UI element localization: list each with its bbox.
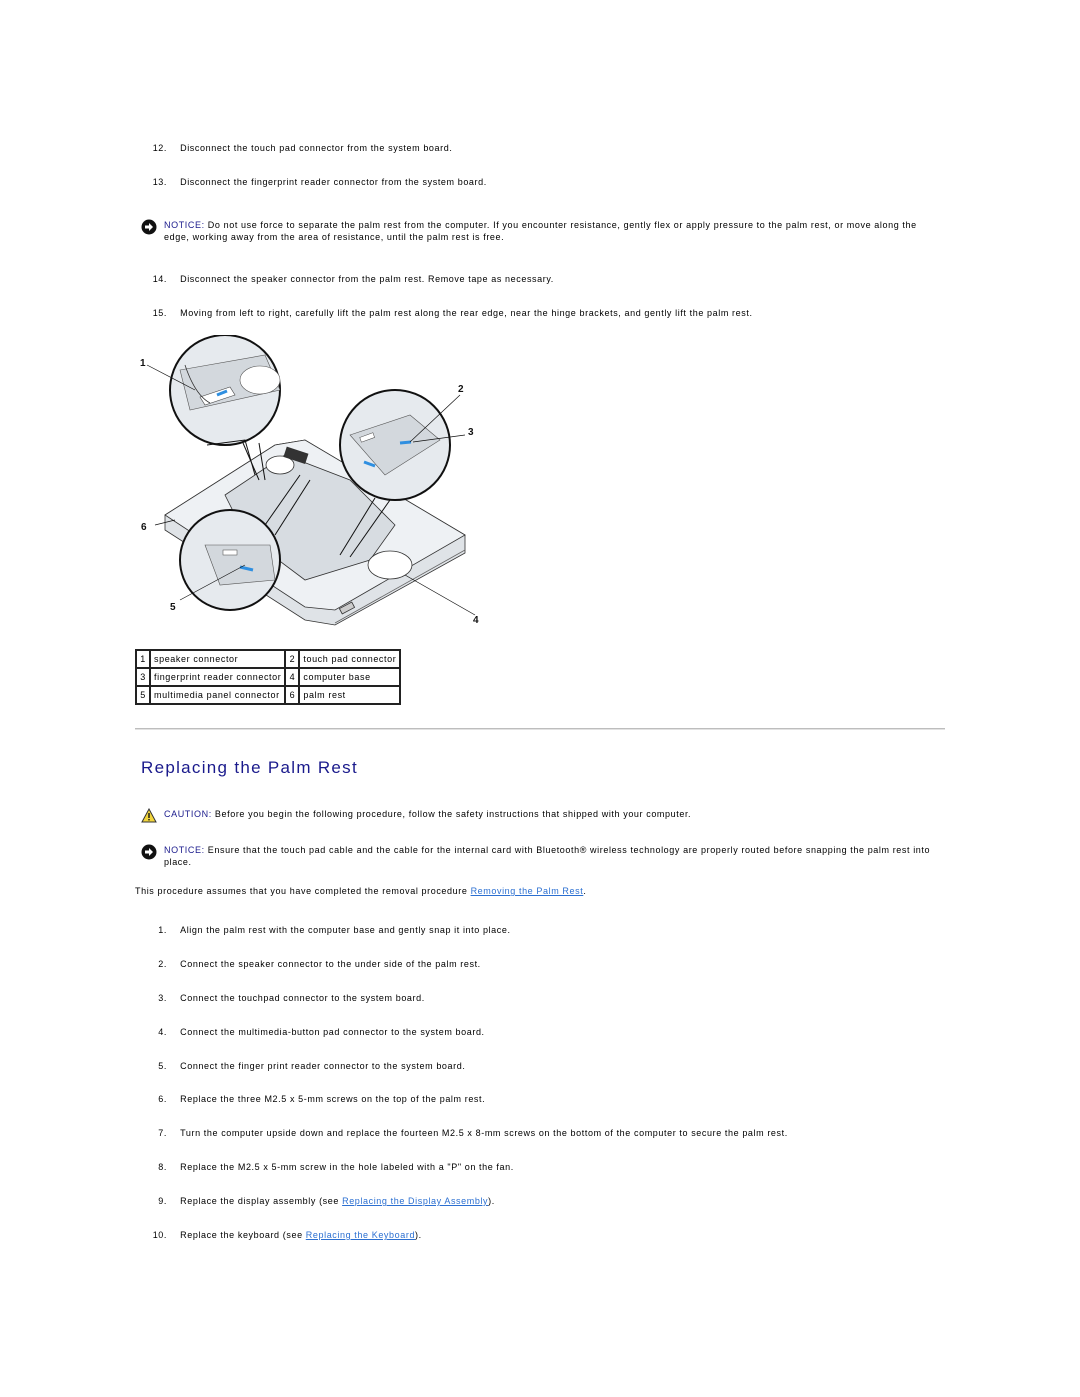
caution-text: CAUTION: Before you begin the following … <box>164 808 941 820</box>
replacing-display-assembly-link[interactable]: Replacing the Display Assembly <box>342 1196 488 1206</box>
notice-text: NOTICE: Ensure that the touch pad cable … <box>164 844 941 868</box>
notice-arrow-icon <box>141 844 157 860</box>
step-number: 7. <box>158 1128 167 1138</box>
legend-label: speaker connector <box>148 649 287 669</box>
legend-number: 5 <box>135 685 151 705</box>
removal-step-13: 13. Disconnect the fingerprint reader co… <box>141 177 487 187</box>
legend-label: touch pad connector <box>298 649 402 669</box>
legend-row: 3 fingerprint reader connector 4 compute… <box>135 667 402 687</box>
step-text: Connect the finger print reader connecto… <box>180 1061 466 1071</box>
caution-label: CAUTION: <box>164 809 212 819</box>
step-text: Disconnect the speaker connector from th… <box>180 274 554 284</box>
removing-palm-rest-link[interactable]: Removing the Palm Rest <box>471 886 584 896</box>
step-number: 4. <box>158 1027 167 1037</box>
intro-paragraph: This procedure assumes that you have com… <box>135 886 586 896</box>
step-number: 2. <box>158 959 167 969</box>
step-text: Disconnect the touch pad connector from … <box>180 143 453 153</box>
notice-text: NOTICE: Do not use force to separate the… <box>164 219 941 243</box>
replace-step-7: 7. Turn the computer upside down and rep… <box>141 1128 788 1138</box>
intro-suffix: . <box>583 886 587 896</box>
step-text: Turn the computer upside down and replac… <box>180 1128 788 1138</box>
notice-label: NOTICE: <box>164 220 205 230</box>
legend-row: 5 multimedia panel connector 6 palm rest <box>135 685 402 705</box>
legend-row: 1 speaker connector 2 touch pad connecto… <box>135 649 402 669</box>
section-heading: Replacing the Palm Rest <box>141 758 358 777</box>
notice-label: NOTICE: <box>164 845 205 855</box>
step-number: 10. <box>152 1230 167 1240</box>
notice-callout: NOTICE: Ensure that the touch pad cable … <box>141 844 941 868</box>
step-text-lead: Replace the display assembly (see <box>180 1196 343 1206</box>
legend-label: multimedia panel connector <box>148 685 287 705</box>
step-number: 5. <box>158 1061 167 1071</box>
callout-legend-table: 1 speaker connector 2 touch pad connecto… <box>135 649 402 705</box>
step-text: Replace the M2.5 x 5-mm screw in the hol… <box>180 1162 514 1172</box>
step-text-lead: Replace the keyboard (see <box>180 1230 306 1240</box>
caution-triangle-icon <box>141 807 157 824</box>
replacing-keyboard-link[interactable]: Replacing the Keyboard <box>306 1230 415 1240</box>
step-text: Replace the keyboard (see Replacing the … <box>180 1230 422 1240</box>
callout-3: 3 <box>468 427 474 438</box>
step-text: Connect the speaker connector to the und… <box>180 959 481 969</box>
step-number: 14. <box>152 274 167 284</box>
caution-body: Before you begin the following procedure… <box>211 809 692 819</box>
step-number: 1. <box>158 925 167 935</box>
step-text: Replace the three M2.5 x 5-mm screws on … <box>180 1094 486 1104</box>
section-divider <box>135 728 945 730</box>
caution-callout: CAUTION: Before you begin the following … <box>141 807 941 823</box>
replace-step-4: 4. Connect the multimedia-button pad con… <box>141 1027 485 1037</box>
callout-2: 2 <box>458 384 464 395</box>
legend-number: 4 <box>284 667 301 687</box>
notice-arrow-icon <box>141 219 157 235</box>
replace-step-3: 3. Connect the touchpad connector to the… <box>141 993 425 1003</box>
replace-step-6: 6. Replace the three M2.5 x 5-mm screws … <box>141 1094 485 1104</box>
step-text-suffix: ). <box>488 1196 495 1206</box>
step-number: 12. <box>152 143 167 153</box>
legend-label: palm rest <box>298 685 402 705</box>
legend-number: 6 <box>284 685 301 705</box>
replace-step-10: 10. Replace the keyboard (see Replacing … <box>141 1230 422 1240</box>
palm-rest-diagram: 1 2 3 4 5 6 <box>135 334 485 630</box>
removal-step-14: 14. Disconnect the speaker connector fro… <box>141 274 554 284</box>
legend-label: computer base <box>298 667 402 687</box>
step-number: 9. <box>158 1196 167 1206</box>
callout-5: 5 <box>170 602 176 613</box>
step-number: 8. <box>158 1162 167 1172</box>
callout-6: 6 <box>141 522 147 533</box>
step-text: Connect the multimedia-button pad connec… <box>180 1027 485 1037</box>
callout-4: 4 <box>473 615 479 626</box>
removal-step-15: 15. Moving from left to right, carefully… <box>141 308 753 318</box>
step-text: Align the palm rest with the computer ba… <box>180 925 511 935</box>
replace-step-8: 8. Replace the M2.5 x 5-mm screw in the … <box>141 1162 514 1172</box>
step-text: Connect the touchpad connector to the sy… <box>180 993 425 1003</box>
step-number: 3. <box>158 993 167 1003</box>
legend-number: 3 <box>135 667 151 687</box>
step-number: 15. <box>152 308 167 318</box>
replace-step-2: 2. Connect the speaker connector to the … <box>141 959 481 969</box>
step-text: Replace the display assembly (see Replac… <box>180 1196 495 1206</box>
replace-step-1: 1. Align the palm rest with the computer… <box>141 925 511 935</box>
replace-step-9: 9. Replace the display assembly (see Rep… <box>141 1196 495 1206</box>
step-number: 6. <box>158 1094 167 1104</box>
legend-number: 2 <box>284 649 301 669</box>
notice-body: Do not use force to separate the palm re… <box>164 220 917 242</box>
legend-label: fingerprint reader connector <box>148 667 287 687</box>
notice-callout: NOTICE: Do not use force to separate the… <box>141 219 941 243</box>
callout-1: 1 <box>140 358 146 369</box>
step-number: 13. <box>152 177 167 187</box>
step-text: Moving from left to right, carefully lif… <box>180 308 753 318</box>
step-text-suffix: ). <box>415 1230 422 1240</box>
notice-body: Ensure that the touch pad cable and the … <box>164 845 931 867</box>
legend-number: 1 <box>135 649 151 669</box>
removal-step-12: 12. Disconnect the touch pad connector f… <box>141 143 452 153</box>
intro-text: This procedure assumes that you have com… <box>135 886 471 896</box>
replace-step-5: 5. Connect the finger print reader conne… <box>141 1061 465 1071</box>
step-text: Disconnect the fingerprint reader connec… <box>180 177 487 187</box>
